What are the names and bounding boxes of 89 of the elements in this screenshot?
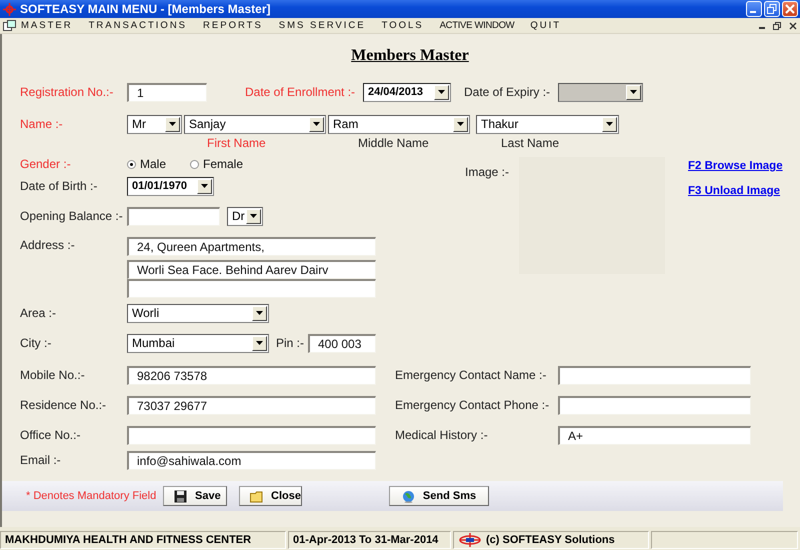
dropdown-field[interactable]: Thakur — [476, 114, 619, 134]
field-label: Date of Birth :- — [20, 179, 98, 193]
input-field[interactable]: info@sahiwala.com — [127, 450, 376, 470]
input-field[interactable]: 400 003 — [308, 334, 376, 352]
input-field[interactable] — [127, 426, 376, 444]
dropdown-field[interactable]: Worli — [127, 304, 269, 322]
menu-item[interactable]: REPORTS — [203, 20, 263, 31]
input-field[interactable]: 98206 73578 — [127, 366, 376, 384]
mandatory-note: * Denotes Mandatory Field — [26, 490, 158, 502]
field-label: Pin :- — [276, 336, 306, 350]
input-field[interactable] — [558, 396, 751, 414]
field-label: Address :- — [20, 238, 76, 252]
field-label: Area :- — [20, 306, 58, 320]
caption: Last Name — [501, 136, 560, 150]
link[interactable]: F2 Browse Image — [688, 160, 783, 172]
caption: Middle Name — [358, 136, 430, 150]
dropdown-field[interactable]: Dr — [227, 206, 263, 226]
date-picker[interactable]: 01/01/1970 — [127, 176, 214, 196]
sms-button[interactable]: Send Sms — [389, 486, 489, 506]
dropdown-field[interactable]: Mumbai — [127, 334, 269, 352]
field-label: Mobile No.:- — [20, 368, 86, 382]
caret-icon — [256, 341, 263, 345]
close-icon[interactable] — [789, 22, 797, 30]
field-label: Name :- — [20, 117, 64, 131]
restore-icon[interactable] — [773, 22, 781, 30]
field-label: Medical History :- — [395, 428, 489, 442]
caret-icon — [313, 122, 320, 126]
close-icon — [785, 4, 795, 14]
save-button[interactable]: Save — [163, 486, 227, 506]
app-logo-icon — [3, 2, 16, 16]
minimize-button[interactable] — [746, 1, 762, 17]
form-title: Members Master — [351, 47, 469, 65]
menu-item[interactable]: SMS SERVICE — [278, 20, 366, 31]
caret-icon — [201, 184, 208, 188]
input-field[interactable] — [558, 366, 751, 384]
field-label: Emergency Contact Phone :- — [395, 398, 550, 412]
status-text: (c) SOFTEASY Solutions — [486, 534, 615, 546]
link[interactable]: F3 Unload Image — [688, 185, 783, 197]
caret-icon — [169, 122, 176, 126]
dropdown-field[interactable]: Sanjay — [184, 114, 326, 134]
status-text: MAKHDUMIYA HEALTH AND FITNESS CENTER — [5, 534, 252, 546]
field-label: Office No.:- — [20, 428, 82, 442]
document-icon — [3, 20, 16, 32]
field-label: Date of Enrollment :- — [245, 85, 356, 99]
caret-icon — [457, 122, 464, 126]
field-label: Date of Expiry :- — [464, 85, 552, 99]
folder-icon — [250, 490, 263, 502]
menu-item[interactable]: MASTER — [21, 20, 73, 31]
dropdown-field[interactable]: Ram — [328, 114, 470, 134]
radio-button[interactable] — [190, 160, 199, 168]
radio-button[interactable] — [127, 160, 136, 168]
close-button[interactable] — [782, 1, 798, 17]
field-label: City :- — [20, 336, 52, 350]
caret-icon — [606, 122, 613, 126]
input-field[interactable]: 1 — [127, 82, 207, 102]
caret-icon — [256, 311, 263, 315]
input-field[interactable] — [127, 206, 220, 226]
field-label: Email :- — [20, 453, 62, 467]
logo-icon — [458, 533, 482, 547]
menu-item[interactable]: ACTIVE WINDOW — [440, 20, 514, 31]
status-text: 01-Apr-2013 To 31-Mar-2014 — [293, 534, 438, 546]
input-field[interactable] — [127, 279, 376, 298]
input-field[interactable]: Worli Sea Face. Behind Aarev Dairv — [127, 260, 376, 279]
maximize-icon — [767, 4, 777, 14]
radio-label[interactable]: Male — [140, 157, 166, 171]
maximize-button[interactable] — [764, 1, 780, 17]
globe-icon — [402, 490, 415, 502]
menu-item[interactable]: QUIT — [530, 20, 562, 31]
close-button[interactable]: Close — [239, 486, 302, 506]
field-label: Residence No.:- — [20, 398, 108, 412]
field-label: Image :- — [465, 165, 510, 181]
caption: First Name — [207, 136, 267, 150]
input-field[interactable]: 24, Qureen Apartments, — [127, 237, 376, 256]
input-field[interactable]: A+ — [558, 426, 751, 444]
radio-label[interactable]: Female — [203, 157, 244, 171]
window-title: SOFTEASY MAIN MENU - [Members Master] — [20, 2, 272, 16]
field-label: Opening Balance :- — [20, 209, 124, 223]
date-picker[interactable]: 24/04/2013 — [363, 82, 451, 102]
field-label: Emergency Contact Name :- — [395, 368, 548, 382]
field-label: Gender :- — [20, 157, 72, 171]
dropdown-field[interactable]: Mr — [127, 114, 182, 134]
menu-item[interactable]: TOOLS — [382, 20, 424, 31]
input-field[interactable]: 73037 29677 — [127, 396, 376, 414]
minimize-icon — [750, 11, 756, 13]
caret-icon — [438, 90, 445, 94]
menu-item[interactable]: TRANSACTIONS — [88, 20, 188, 31]
caret-icon — [250, 214, 257, 218]
field-label: Registration No.:- — [20, 85, 114, 99]
caret-icon — [630, 90, 637, 94]
